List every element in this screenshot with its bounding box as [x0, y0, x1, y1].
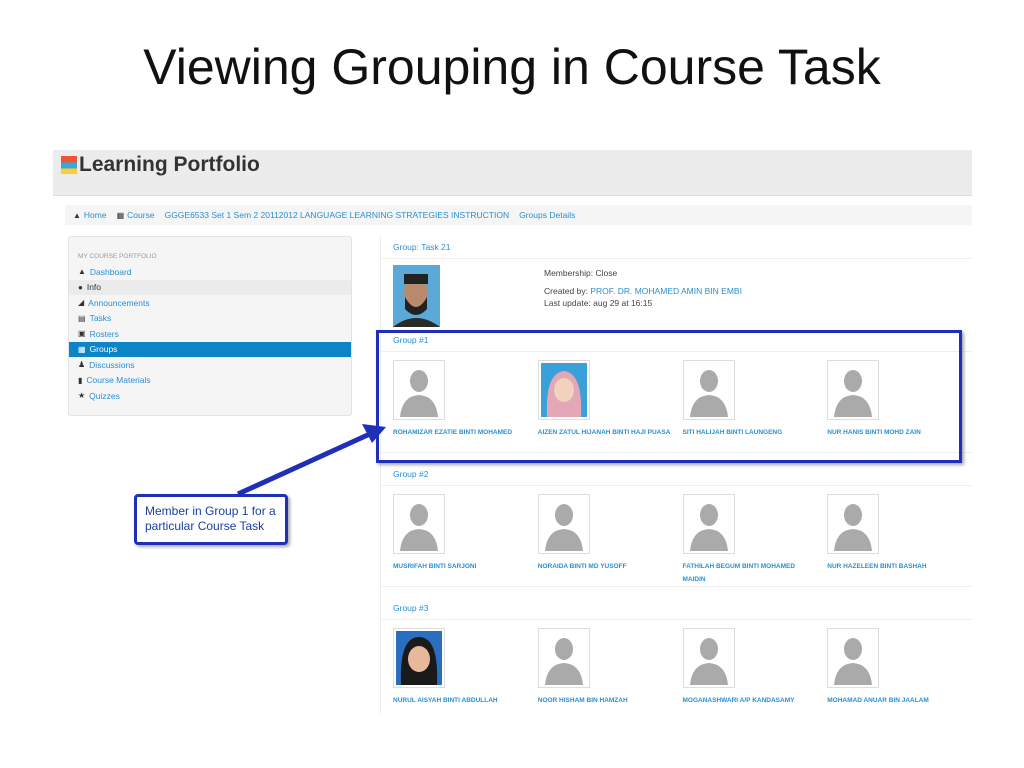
sidebar-item-label: Info: [86, 282, 102, 293]
member-photo[interactable]: [682, 494, 735, 554]
member-photo[interactable]: [537, 628, 590, 688]
member-card: NORAIDA BINTI MD YUSOFF: [537, 494, 683, 586]
sidebar-item-label: Course Materials: [86, 375, 151, 386]
grid-icon: ▦: [78, 344, 86, 354]
member-photo[interactable]: [827, 628, 880, 688]
user-icon: ♟: [78, 360, 86, 370]
member-name-link[interactable]: NURUL AISYAH BINTI ABDULLAH: [393, 694, 528, 707]
sidebar-item-quizzes[interactable]: ★ Quizzes: [69, 388, 351, 404]
sidebar-item-label: Dashboard: [89, 266, 132, 277]
member-name-link[interactable]: MOHAMAD ANUAR BIN JAALAM: [827, 694, 962, 707]
sidebar-item-announcements[interactable]: ◢ Announcements: [69, 295, 351, 311]
sidebar-item-label: Quizzes: [89, 390, 120, 401]
member-name-link[interactable]: NORAIDA BINTI MD YUSOFF: [538, 560, 673, 573]
breadcrumb-groups-details[interactable]: Groups Details: [519, 210, 575, 220]
list-icon: ▤: [78, 313, 86, 323]
creator-photo: [393, 265, 440, 327]
sidebar-item-label: Discussions: [89, 359, 135, 370]
breadcrumb-home[interactable]: ▲ Home: [73, 210, 107, 220]
sidebar-heading: MY COURSE PORTFOLIO: [78, 253, 157, 260]
member-card: MOGANASHWARI A/P KANDASAMY: [682, 628, 828, 715]
group-title: Group #3: [381, 597, 972, 620]
sidebar: MY COURSE PORTFOLIO ▲ Dashboard ● Info ◢ An…: [68, 236, 352, 416]
app-header: Learning Portfolio: [53, 150, 972, 196]
breadcrumb: ▲ Home ▦ Course GGGE6533 Set 1 Sem 2 20112…: [65, 205, 972, 225]
group-1-highlight: [376, 330, 962, 463]
member-name-link[interactable]: MOGANASHWARI A/P KANDASAMY: [683, 694, 818, 707]
home-icon: ▲: [73, 210, 81, 220]
group-details: Group: Task 21 Membership: Close Created…: [380, 236, 972, 715]
breadcrumb-course-name[interactable]: GGGE6533 Set 1 Sem 2 20112012 LANGUAGE L…: [165, 210, 510, 220]
sidebar-item-label: Announcements: [88, 297, 150, 308]
breadcrumb-label: Home: [83, 210, 107, 220]
member-photo[interactable]: [537, 494, 590, 554]
member-list: MUSRIFAH BINTI SARJONI NORAIDA BINTI MD Y…: [381, 486, 972, 586]
home-icon: ▲: [78, 267, 86, 277]
sidebar-item-tasks[interactable]: ▤ Tasks: [69, 311, 351, 327]
grid-icon: ▦: [116, 210, 125, 220]
task-section: Group: Task 21 Membership: Close Created…: [380, 236, 972, 329]
membership-status: Membership: Close: [544, 268, 618, 278]
member-name-link[interactable]: NUR HAZELEEN BINTI BASHAH: [827, 560, 962, 573]
member-name-link[interactable]: MUSRIFAH BINTI SARJONI: [393, 560, 528, 573]
info-icon: ●: [78, 282, 83, 292]
group-section: Group #2 MUSRIFAH BINTI SARJONI NORAIDA BI…: [380, 452, 972, 586]
member-name-link[interactable]: FATHILAH BEGUM BINTI MOHAMED MAIDIN: [683, 560, 818, 586]
breadcrumb-course[interactable]: ▦ Course: [117, 210, 155, 220]
sidebar-item-rosters[interactable]: ▣ Rosters: [69, 326, 351, 342]
sidebar-item-info[interactable]: ● Info: [69, 279, 351, 295]
app-title: Learning Portfolio: [79, 153, 260, 176]
sidebar-item-discussions[interactable]: ♟ Discussions: [69, 357, 351, 373]
book-icon: ▮: [78, 375, 83, 385]
member-card: MUSRIFAH BINTI SARJONI: [393, 494, 538, 586]
member-photo[interactable]: [393, 628, 445, 688]
member-list: NURUL AISYAH BINTI ABDULLAH NOOR HISHAM B…: [381, 620, 972, 715]
sidebar-item-course-materials[interactable]: ▮ Course Materials: [69, 373, 351, 389]
group-title: Group #2: [381, 463, 972, 486]
signal-icon: ◢: [78, 298, 85, 308]
star-icon: ★: [78, 391, 86, 401]
created-by-label: Created by:: [544, 286, 588, 296]
member-card: NURUL AISYAH BINTI ABDULLAH: [393, 628, 538, 715]
sidebar-item-label: Tasks: [89, 313, 112, 324]
member-photo[interactable]: [827, 494, 880, 554]
sidebar-item-label: Rosters: [89, 328, 119, 339]
group-section: Group #3 NURUL AISYAH BINTI ABDULLAH NOOR …: [380, 586, 972, 715]
sidebar-item-groups[interactable]: ▦ Groups: [69, 341, 351, 357]
member-name-link[interactable]: NOOR HISHAM BIN HAMZAH: [538, 694, 673, 707]
member-card: NUR HAZELEEN BINTI BASHAH: [827, 494, 972, 586]
breadcrumb-label: Course: [127, 210, 155, 220]
callout-note: Member in Group 1 for a particular Cours…: [134, 494, 288, 545]
sidebar-item-label: Groups: [89, 344, 118, 355]
last-update: Last update: aug 29 at 16:15: [544, 298, 653, 308]
creator-link[interactable]: PROF. DR. MOHAMED AMIN BIN EMBI: [590, 286, 742, 296]
member-photo[interactable]: [393, 494, 445, 554]
app-logo[interactable]: Learning Portfolio: [61, 153, 260, 177]
task-title: Group: Task 21: [381, 236, 972, 259]
member-card: FATHILAH BEGUM BINTI MOHAMED MAIDIN: [682, 494, 828, 586]
member-card: MOHAMAD ANUAR BIN JAALAM: [827, 628, 972, 715]
sidebar-item-dashboard[interactable]: ▲ Dashboard: [69, 264, 351, 280]
calendar-icon: ▣: [78, 329, 86, 339]
divider: [381, 586, 972, 597]
member-card: NOOR HISHAM BIN HAMZAH: [537, 628, 683, 715]
slide-title: Viewing Grouping in Course Task: [143, 39, 881, 95]
logo-icon: [61, 156, 77, 174]
member-photo[interactable]: [682, 628, 735, 688]
